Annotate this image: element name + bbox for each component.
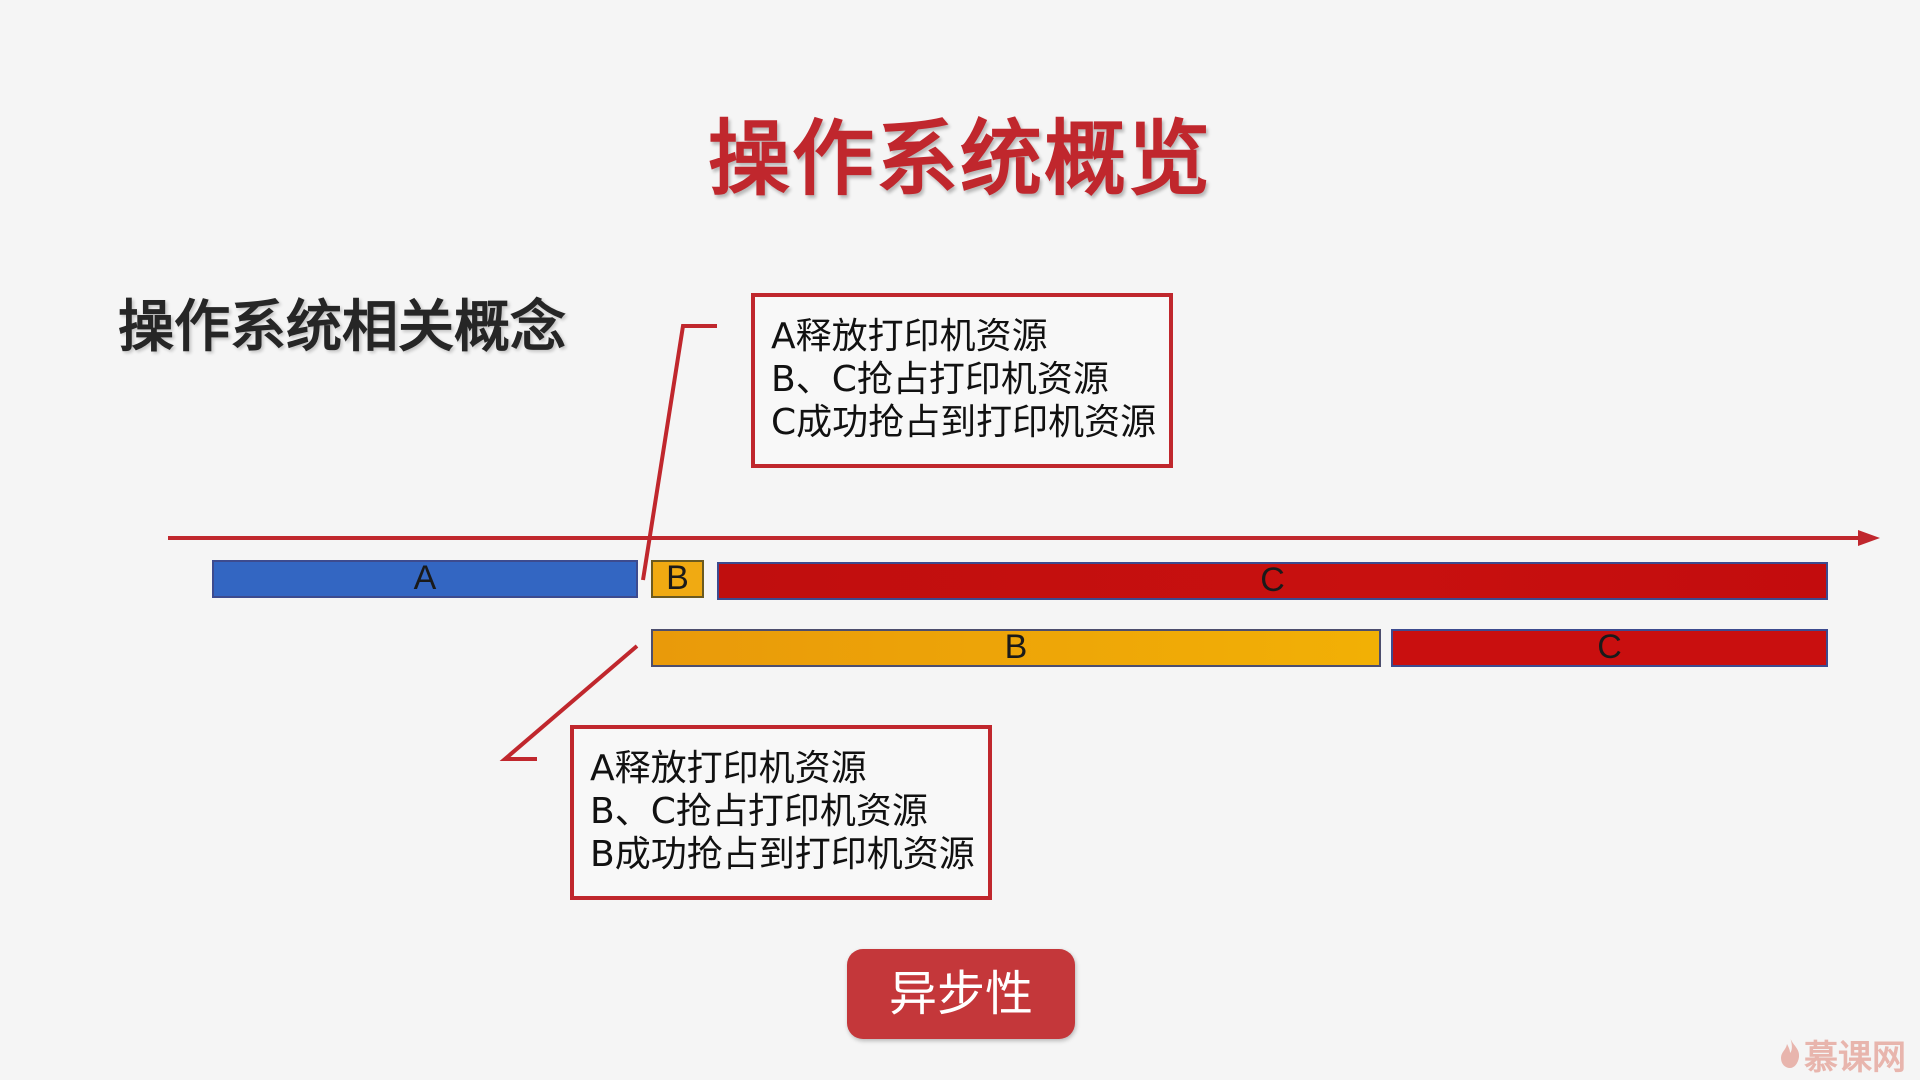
process-bar-c-row1: C [717,562,1828,600]
callout-top: A释放打印机资源 B、C抢占打印机资源 C成功抢占到打印机资源 [751,293,1173,468]
callout-bottom-line-3: B成功抢占到打印机资源 [590,834,975,875]
process-bar-c-row2: C [1391,629,1828,667]
callout-bottom: A释放打印机资源 B、C抢占打印机资源 B成功抢占到打印机资源 [570,725,992,900]
process-bar-b-row1: B [651,560,704,598]
callout-top-line-2: B、C抢占打印机资源 [771,359,1109,400]
callout-top-pointer [641,324,717,581]
watermark-text: 慕课网 [1804,1038,1906,1078]
flame-icon [1778,1035,1802,1078]
callout-bottom-line-2: B、C抢占打印机资源 [590,791,928,832]
slide-title: 操作系统概览 [707,112,1212,207]
callout-top-line-1: A释放打印机资源 [771,316,1048,357]
callout-bottom-line-1: A释放打印机资源 [590,748,867,789]
process-bar-a-row1: A [212,560,638,598]
callout-top-line-3: C成功抢占到打印机资源 [771,402,1157,443]
async-badge: 异步性 [847,949,1075,1039]
timeline-arrow-head [1858,530,1880,546]
process-bar-b-row2: B [651,629,1381,667]
section-title: 操作系统相关概念 [118,295,566,360]
watermark: 慕课网 [1778,1030,1906,1079]
